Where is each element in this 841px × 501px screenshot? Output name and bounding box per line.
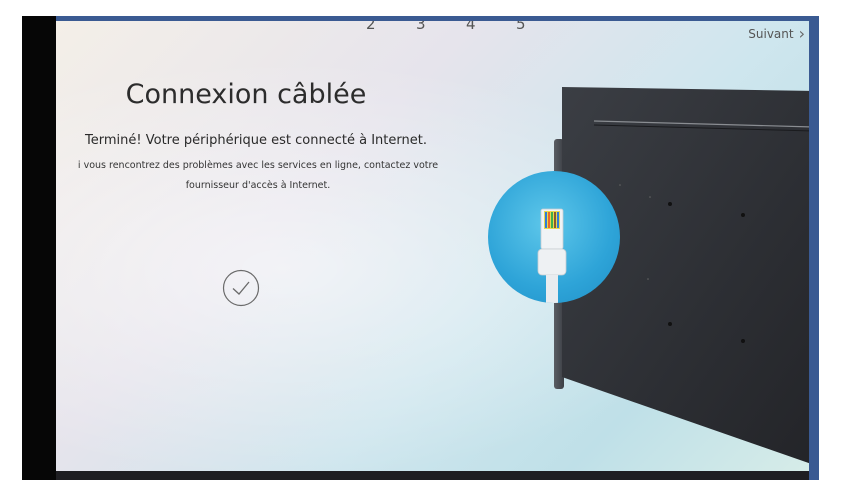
ethernet-cable-icon — [537, 208, 567, 303]
bottom-bezel — [56, 471, 809, 480]
step-4: 4 — [466, 21, 476, 33]
step-2: 2 — [366, 21, 376, 33]
tv-screen: 2 3 4 5 Suivant › Connexion câblée Termi… — [56, 21, 809, 471]
step-indicator: 2 3 4 5 — [366, 21, 556, 35]
left-black-bar — [22, 16, 56, 480]
step-3: 3 — [416, 21, 426, 33]
next-button[interactable]: Suivant › — [748, 24, 805, 43]
help-text-line-1: i vous rencontrez des problèmes avec les… — [77, 160, 439, 171]
page-title: Connexion câblée — [125, 79, 367, 110]
status-message: Terminé! Votre périphérique est connecté… — [85, 133, 427, 148]
help-text-line-2: fournisseur d'accès à Internet. — [185, 180, 331, 191]
ethernet-illustration — [488, 171, 620, 303]
chevron-right-icon: › — [798, 24, 805, 43]
photo-frame: 2 3 4 5 Suivant › Connexion câblée Termi… — [22, 16, 819, 480]
help-text: i vous rencontrez des problèmes avec les… — [56, 156, 468, 196]
next-button-label: Suivant — [748, 27, 794, 41]
checkmark-circle-icon — [222, 269, 260, 307]
step-5: 5 — [516, 21, 526, 33]
